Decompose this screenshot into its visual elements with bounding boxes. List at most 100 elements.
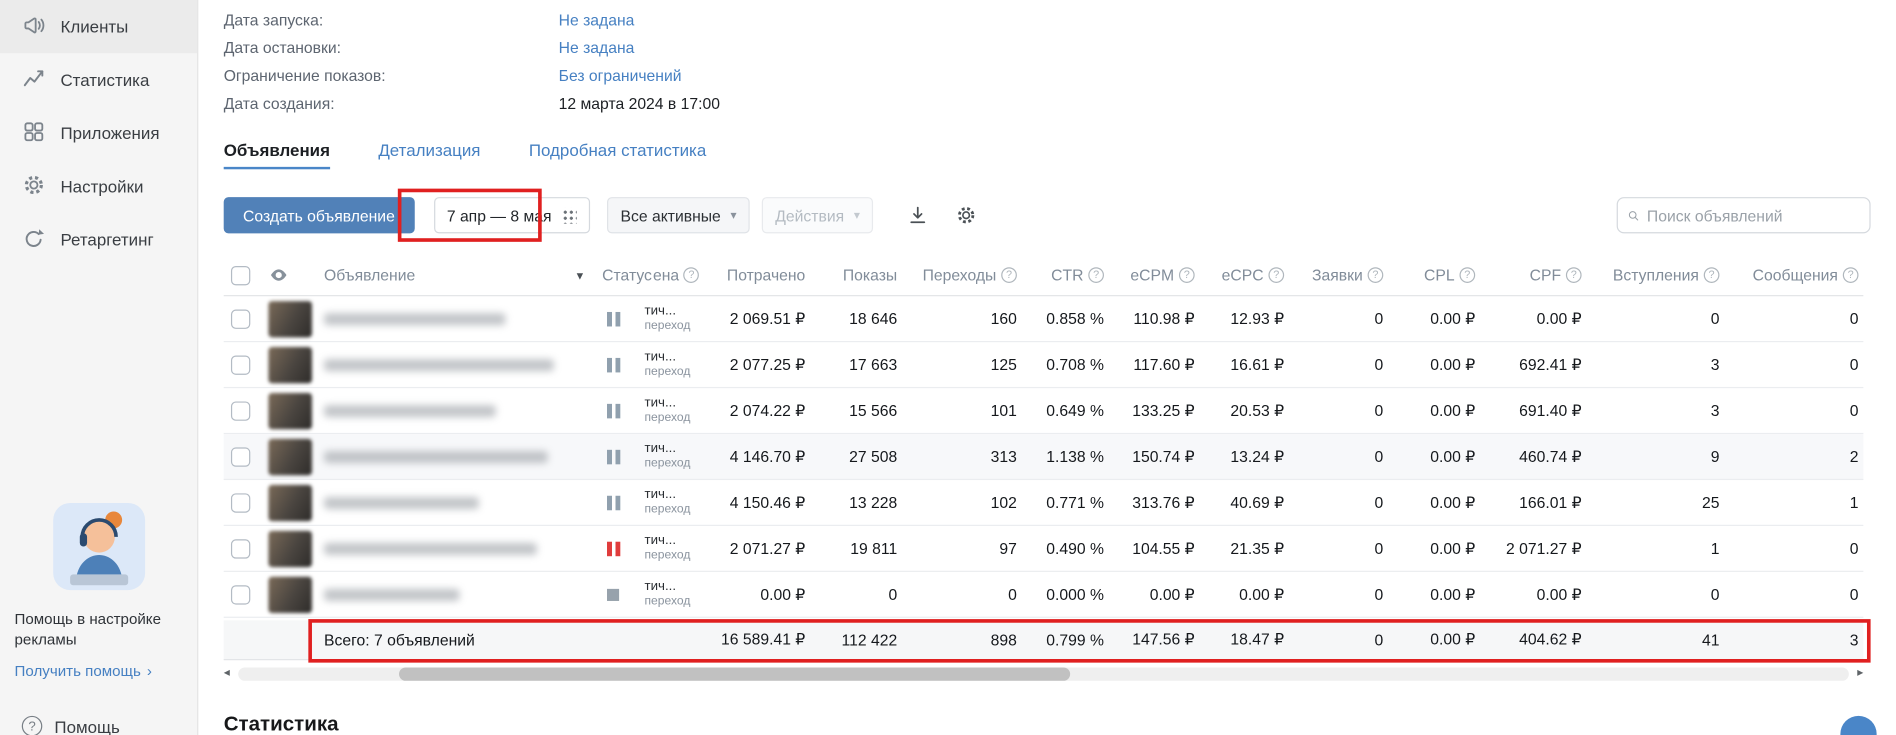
help-icon[interactable]: ? (1459, 267, 1475, 283)
cell-leads: 0 (1289, 539, 1388, 557)
row-checkbox[interactable] (231, 539, 250, 558)
total-shows: 112 422 (810, 631, 902, 649)
export-download-button[interactable] (905, 202, 932, 229)
detail-value-link[interactable]: Не задана (559, 11, 635, 29)
total-leads: 0 (1289, 631, 1388, 649)
sidebar: Клиенты Статистика Приложения Настройки … (0, 0, 198, 735)
table-row[interactable]: тич... переход 2 069.51 ₽ 18 646 160 0.8… (224, 296, 1864, 342)
sidebar-item-label: Ретаргетинг (60, 230, 153, 249)
status-icon (607, 357, 620, 372)
table-row[interactable]: тич... переход 2 077.25 ₽ 17 663 125 0.7… (224, 342, 1864, 388)
total-cpl: 0.00 ₽ (1388, 630, 1480, 649)
column-header-cpl[interactable]: CPL? (1388, 266, 1480, 284)
search-input[interactable] (1647, 206, 1860, 224)
bid-subtype-label: переход (644, 319, 690, 333)
scroll-left-icon[interactable]: ◂ (224, 666, 230, 679)
help-icon[interactable]: ? (1843, 267, 1859, 283)
cell-spent: 4 146.70 ₽ (699, 447, 810, 466)
cell-ecpc: 12.93 ₽ (1200, 309, 1289, 328)
column-header-ecpm[interactable]: eCPM? (1109, 266, 1200, 284)
question-icon: ? (22, 716, 43, 735)
ad-name-redacted[interactable] (324, 404, 496, 416)
cell-leads: 0 (1289, 493, 1388, 511)
help-icon[interactable]: ? (1368, 267, 1384, 283)
help-icon[interactable]: ? (1566, 267, 1582, 283)
total-joins: 41 (1586, 631, 1724, 649)
help-icon[interactable]: ? (1268, 267, 1284, 283)
cell-shows: 27 508 (810, 447, 902, 465)
cell-messages: 1 (1724, 493, 1863, 511)
table-row[interactable]: тич... переход 2 074.22 ₽ 15 566 101 0.6… (224, 388, 1864, 434)
table-row[interactable]: тич... переход 0.00 ₽ 0 0 0.000 % 0.00 ₽… (224, 572, 1864, 618)
column-header-ecpc[interactable]: eCPC? (1200, 266, 1289, 284)
column-header-shows[interactable]: Показы (810, 266, 902, 284)
ad-name-redacted[interactable] (324, 359, 554, 371)
column-header-status[interactable]: Статус (592, 266, 640, 284)
ad-name-redacted[interactable] (324, 588, 459, 600)
cell-joins: 0 (1586, 310, 1724, 328)
grid-icon (22, 119, 46, 147)
select-all-checkbox[interactable] (231, 265, 250, 284)
date-range-picker[interactable]: 7 апр — 8 мая (434, 197, 591, 233)
column-header-joins[interactable]: Вступления? (1586, 266, 1724, 284)
visibility-column[interactable] (264, 265, 320, 286)
row-checkbox[interactable] (231, 355, 250, 374)
total-messages: 3 (1724, 631, 1863, 649)
sidebar-item-apps[interactable]: Приложения (0, 106, 197, 159)
column-header-leads[interactable]: Заявки? (1289, 266, 1388, 284)
column-header-cpf[interactable]: CPF? (1480, 266, 1586, 284)
sidebar-item-statistics[interactable]: Статистика (0, 53, 197, 106)
scrollbar-thumb[interactable] (399, 667, 1070, 680)
cell-ecpc: 0.00 ₽ (1200, 585, 1289, 604)
sidebar-item-clients[interactable]: Клиенты (0, 0, 197, 53)
row-checkbox[interactable] (231, 309, 250, 328)
tab-ads[interactable]: Объявления (224, 140, 330, 169)
table-settings-button[interactable] (953, 202, 980, 229)
create-ad-button[interactable]: Создать объявление (224, 197, 414, 233)
help-icon[interactable]: ? (1704, 267, 1720, 283)
support-illustration (36, 501, 162, 603)
detail-value-link[interactable]: Без ограничений (559, 67, 682, 85)
cell-messages: 0 (1724, 355, 1863, 373)
column-header-ctr[interactable]: CTR? (1022, 266, 1109, 284)
statistics-heading: Статистика (224, 712, 339, 735)
cell-cpf: 166.01 ₽ (1480, 493, 1586, 512)
table-row[interactable]: тич... переход 4 146.70 ₽ 27 508 313 1.1… (224, 434, 1864, 480)
sort-descending-icon[interactable]: ▼ (574, 269, 585, 281)
column-header-spent[interactable]: Потрачено (699, 266, 810, 284)
row-checkbox[interactable] (231, 493, 250, 512)
tab-detailing[interactable]: Детализация (378, 140, 480, 169)
sidebar-item-retargeting[interactable]: Ретаргетинг (0, 213, 197, 266)
scroll-right-icon[interactable]: ▸ (1857, 666, 1863, 679)
total-spent: 16 589.41 ₽ (699, 630, 810, 649)
row-checkbox[interactable] (231, 447, 250, 466)
ad-name-redacted[interactable] (324, 542, 537, 554)
row-checkbox[interactable] (231, 401, 250, 420)
chevron-down-icon: ▾ (854, 209, 860, 222)
column-header-ad[interactable]: Объявление ▼ (319, 266, 592, 284)
tabs: Объявления Детализация Подробная статист… (224, 140, 707, 169)
sidebar-item-settings[interactable]: Настройки (0, 160, 197, 213)
help-icon[interactable]: ? (1179, 267, 1195, 283)
row-checkbox[interactable] (231, 585, 250, 604)
bid-cell: тич... переход (641, 580, 699, 609)
table-row[interactable]: тич... переход 4 150.46 ₽ 13 228 102 0.7… (224, 480, 1864, 526)
column-header-price[interactable]: ена ? (641, 266, 699, 284)
status-filter-dropdown[interactable]: Все активные ▾ (607, 197, 750, 233)
ad-name-redacted[interactable] (324, 450, 548, 462)
help-icon[interactable]: ? (684, 267, 700, 283)
cell-cpf: 2 071.27 ₽ (1480, 539, 1586, 558)
column-header-clicks[interactable]: Переходы? (902, 266, 1022, 284)
cell-joins: 1 (1586, 539, 1724, 557)
cell-spent: 2 069.51 ₽ (699, 309, 810, 328)
get-help-link[interactable]: Получить помощь › (15, 662, 184, 679)
tab-detailed-statistics[interactable]: Подробная статистика (529, 140, 706, 169)
ad-name-redacted[interactable] (324, 313, 505, 325)
help-icon[interactable]: ? (1001, 267, 1017, 283)
ad-name-redacted[interactable] (324, 496, 479, 508)
detail-value-link[interactable]: Не задана (559, 39, 635, 57)
sidebar-help-bottom[interactable]: ? Помощь (22, 716, 120, 735)
table-row[interactable]: тич... переход 2 071.27 ₽ 19 811 97 0.49… (224, 526, 1864, 572)
column-header-messages[interactable]: Сообщения? (1724, 266, 1863, 284)
help-icon[interactable]: ? (1088, 267, 1104, 283)
